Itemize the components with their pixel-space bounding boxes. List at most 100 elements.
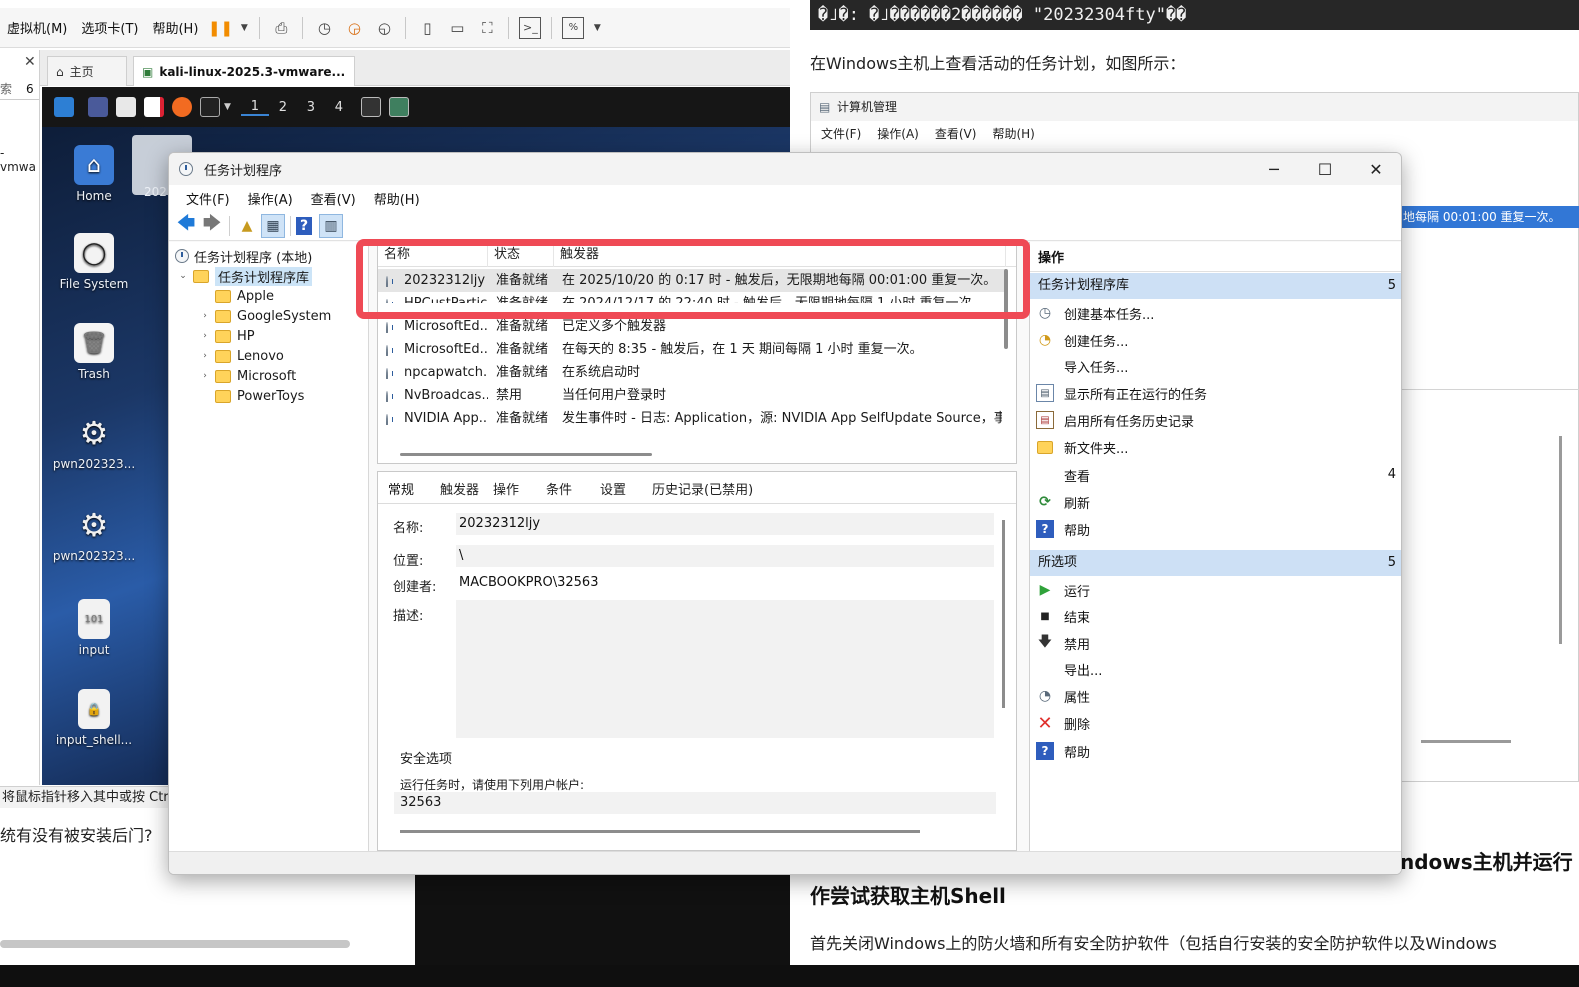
menu-vm[interactable]: 虚拟机(M) <box>0 18 74 37</box>
console-icon[interactable]: >_ <box>519 16 542 39</box>
library-search[interactable]: 索 6 <box>0 80 39 100</box>
help-icon[interactable]: ? <box>296 216 312 235</box>
show-desktop-icon[interactable] <box>88 97 108 117</box>
stretch-icon[interactable]: % <box>562 16 585 39</box>
chevron-down-icon[interactable]: ▼ <box>239 17 249 39</box>
desktop-icon-filesystem[interactable]: ◯ File System <box>52 233 136 291</box>
action-help[interactable]: ? 帮助 <box>1030 516 1401 542</box>
close-icon[interactable]: ✕ <box>1351 153 1401 185</box>
action-enable-history[interactable]: ▤ 启用所有任务历史记录 <box>1030 407 1401 433</box>
image-window-icon[interactable] <box>388 97 409 117</box>
horizontal-scrollbar[interactable] <box>400 453 652 456</box>
vertical-scrollbar[interactable] <box>1002 520 1005 708</box>
cm-menu-view[interactable]: 查看(V) <box>935 121 977 147</box>
tab-triggers[interactable]: 触发器 <box>440 479 479 498</box>
tree-folder-googlesystem[interactable]: › GoogleSystem <box>199 306 331 326</box>
workspace-2[interactable]: 2 <box>269 100 297 115</box>
desktop-icon-pwn1[interactable]: ⚙ pwn202323... <box>52 413 136 471</box>
chevron-right-icon[interactable]: › <box>199 331 211 341</box>
desktop-icon-trash[interactable]: 🗑 Trash <box>52 323 136 381</box>
menu-view[interactable]: 查看(V) <box>302 189 365 208</box>
chevron-down-icon[interactable]: ⌄ <box>177 271 189 281</box>
action-delete[interactable]: ✕ 删除 <box>1030 710 1401 736</box>
show-hide-tree-icon[interactable]: ▦ <box>261 213 285 238</box>
snapshot-icon[interactable]: ◷ <box>313 17 335 39</box>
task-row[interactable]: MicrosoftEd... 准备就绪 在每天的 8:35 - 触发后，在 1 … <box>378 338 1006 361</box>
action-new-folder[interactable]: 新文件夹... <box>1030 434 1401 460</box>
desktop-icon-input-shell[interactable]: 🔒 input_shell... <box>52 689 136 747</box>
tab-actions[interactable]: 操作 <box>493 479 519 498</box>
desktop-icon-home[interactable]: ⌂ Home <box>52 145 136 203</box>
snapshot-revert-icon[interactable]: ◶ <box>343 17 365 39</box>
terminal-window-icon[interactable] <box>360 97 381 117</box>
chevron-down-icon[interactable]: ▼ <box>592 17 602 39</box>
description-field[interactable] <box>456 600 994 738</box>
task-row[interactable]: NvBroadcas... 禁用 当任何用户登录时 <box>378 384 1006 407</box>
scrollbar[interactable] <box>1421 740 1511 743</box>
action-disable[interactable]: 🡇 禁用 <box>1030 630 1401 656</box>
tab-settings[interactable]: 设置 <box>600 479 626 498</box>
sidebar-toggle-icon[interactable]: ▯ <box>416 17 438 39</box>
tab-conditions[interactable]: 条件 <box>546 479 572 498</box>
close-icon[interactable]: ✕ <box>24 54 36 70</box>
action-show-running[interactable]: ▤ 显示所有正在运行的任务 <box>1030 380 1401 406</box>
tree-folder-powertoys[interactable]: PowerToys <box>215 386 304 406</box>
chevron-right-icon[interactable]: › <box>199 351 211 361</box>
up-folder-icon[interactable]: ▲ <box>235 214 259 238</box>
firefox-icon[interactable] <box>172 97 192 117</box>
task-row[interactable]: npcapwatch... 准备就绪 在系统启动时 <box>378 361 1006 384</box>
menu-tabs[interactable]: 选项卡(T) <box>74 18 145 37</box>
author-field[interactable]: MACBOOKPRO\32563 <box>456 572 994 594</box>
show-hide-action-pane-icon[interactable]: ▥ <box>319 213 343 238</box>
minimize-icon[interactable]: ─ <box>1249 153 1299 185</box>
thumbnail-icon[interactable]: ▭ <box>446 17 468 39</box>
library-item[interactable]: -vmwa <box>0 146 39 174</box>
tree-folder-hp[interactable]: › HP <box>199 326 254 346</box>
action-import-task[interactable]: 导入任务... <box>1030 353 1401 379</box>
run-as-user-field[interactable]: 32563 <box>394 792 996 814</box>
action-properties[interactable]: ◔ 属性 <box>1030 683 1401 709</box>
fullscreen-icon[interactable]: ⛶ <box>476 17 498 39</box>
action-refresh[interactable]: ⟳ 刷新 <box>1030 489 1401 515</box>
action-export[interactable]: 导出... <box>1030 656 1401 682</box>
kali-menu-icon[interactable] <box>54 97 74 117</box>
tree-library[interactable]: ⌄ 任务计划程序库 <box>177 266 313 286</box>
menu-help[interactable]: 帮助(H) <box>145 18 205 37</box>
section-task-library[interactable]: 任务计划程序库 5 <box>1030 273 1401 299</box>
action-view[interactable]: 查看 4 <box>1030 462 1401 488</box>
workspace-3[interactable]: 3 <box>297 100 325 115</box>
cm-menu-help[interactable]: 帮助(H) <box>992 121 1034 147</box>
cm-menu-action[interactable]: 操作(A) <box>877 121 919 147</box>
action-end[interactable]: ■ 结束 <box>1030 603 1401 629</box>
section-selected-item[interactable]: 所选项 5 <box>1030 550 1401 576</box>
text-editor-icon[interactable] <box>144 97 164 117</box>
tab-home[interactable]: ⌂ 主页 <box>47 56 127 86</box>
menu-action[interactable]: 操作(A) <box>239 189 302 208</box>
tab-history[interactable]: 历史记录(已禁用) <box>652 479 753 498</box>
back-icon[interactable]: 🡄 <box>174 213 198 238</box>
desktop-icon-pwn2[interactable]: ⚙ pwn202323... <box>52 505 136 563</box>
snapshot-manager-icon[interactable]: ◵ <box>373 17 395 39</box>
tree-folder-apple[interactable]: Apple <box>215 286 274 306</box>
terminal-icon[interactable] <box>200 97 220 117</box>
menu-help[interactable]: 帮助(H) <box>365 189 429 208</box>
horizontal-scrollbar[interactable] <box>400 830 920 833</box>
action-run[interactable]: ▶ 运行 <box>1030 577 1401 603</box>
menu-file[interactable]: 文件(F) <box>177 189 239 208</box>
scrollbar[interactable] <box>1559 436 1562 644</box>
tree-root[interactable]: 任务计划程序 (本地) <box>175 246 312 266</box>
task-row[interactable]: NVIDIA App... 准备就绪 发生事件时 - 日志: Applicati… <box>378 407 1006 430</box>
tab-general[interactable]: 常规 <box>388 479 414 498</box>
horizontal-scrollbar[interactable] <box>0 940 350 948</box>
forward-icon[interactable]: 🡆 <box>200 213 224 238</box>
tree-folder-lenovo[interactable]: › Lenovo <box>199 346 284 366</box>
file-manager-icon[interactable] <box>116 97 136 117</box>
action-create-task[interactable]: ◔ 创建任务... <box>1030 327 1401 353</box>
maximize-icon[interactable]: ☐ <box>1300 153 1350 185</box>
workspace-1[interactable]: 1 <box>240 99 269 116</box>
action-help-selected[interactable]: ? 帮助 <box>1030 738 1401 764</box>
location-field[interactable]: \ <box>456 545 994 567</box>
name-field[interactable]: 20232312ljy <box>456 513 994 535</box>
workspace-4[interactable]: 4 <box>325 100 353 115</box>
tree-folder-microsoft[interactable]: › Microsoft <box>199 366 296 386</box>
